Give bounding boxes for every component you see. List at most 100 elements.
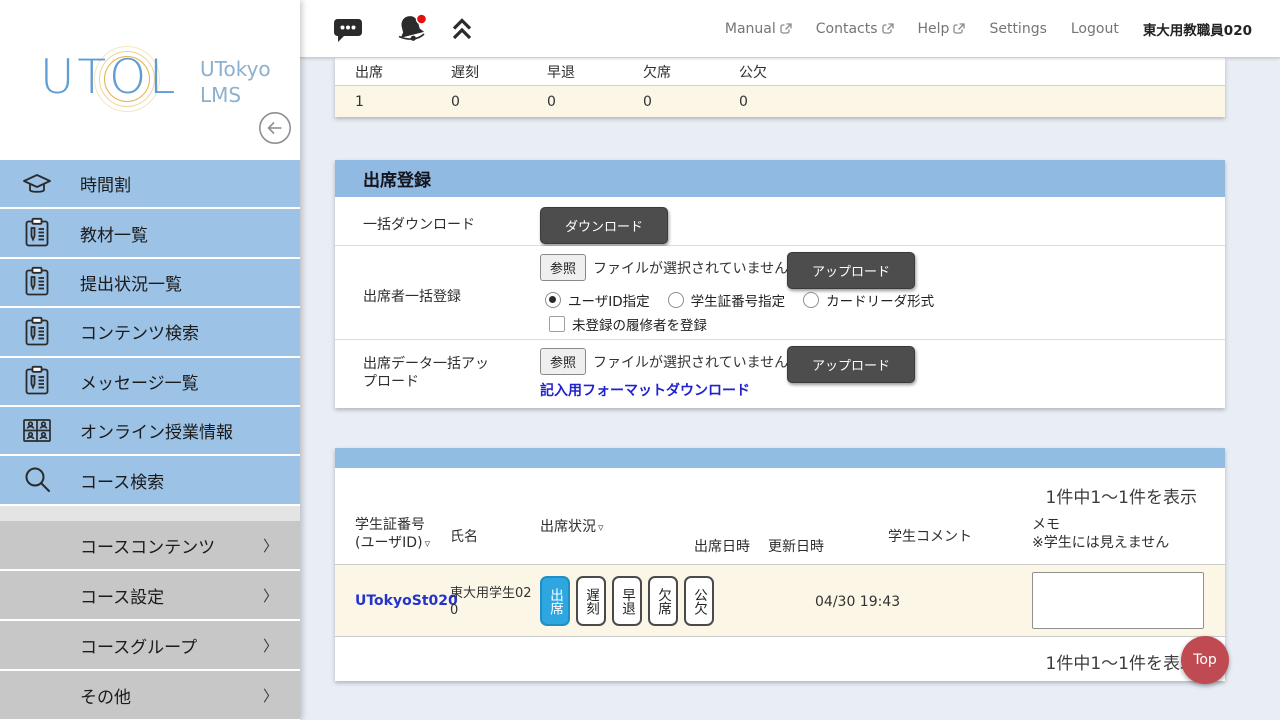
online-class-icon (20, 414, 54, 448)
bell-notification-icon (394, 11, 432, 47)
sort-icon: ▿ (425, 537, 431, 550)
register-unenrolled-checkbox[interactable] (549, 316, 565, 332)
scroll-to-top-button[interactable]: Top (1181, 636, 1229, 684)
no-file-selected-text: ファイルが選択されていません。 (593, 352, 802, 372)
summary-header-cell: 公欠 (719, 58, 815, 85)
attendance-summary-table: 出席 遅刻 早退 欠席 公欠 1 0 0 0 0 (335, 58, 1225, 117)
clipboard-icon (20, 265, 54, 299)
sidebar-item-materials[interactable]: 教材一覧 (0, 209, 300, 258)
radio-user-id[interactable] (545, 292, 561, 308)
download-button[interactable]: ダウンロード (540, 207, 668, 244)
update-datetime-value: 04/30 19:43 (815, 594, 900, 610)
result-count-text: 1件中1〜1件を表示 (1046, 483, 1197, 508)
sidebar-item-submission-status[interactable]: 提出状況一覧 (0, 259, 300, 308)
sidebar-item-content-search[interactable]: コンテンツ検索 (0, 308, 300, 357)
sidebar-item-timetable[interactable]: 時間割 (0, 160, 300, 209)
message-bubble-icon (330, 13, 366, 45)
external-link-icon (953, 23, 965, 35)
topbar: Manual Contacts Help (300, 0, 1280, 58)
sidebar-item-label: メッセージ一覧 (80, 369, 199, 394)
format-download-link[interactable]: 記入用フォーマットダウンロード (540, 380, 750, 400)
attendance-data-upload-row: 出席データ一括アップロード 参照 ファイルが選択されていません。 アップロード … (335, 340, 1225, 408)
collapse-header-button[interactable] (448, 16, 476, 42)
app-logo[interactable]: UTOL (40, 50, 178, 105)
column-header-status[interactable]: 出席状況▿ (540, 518, 604, 537)
sidebar-item-message-list[interactable]: メッセージ一覧 (0, 358, 300, 407)
sidebar-collapse-button[interactable] (258, 111, 292, 145)
clipboard-icon (20, 216, 54, 250)
sidebar-item-course-contents[interactable]: コースコンテンツ 〉 (0, 521, 300, 571)
sidebar-item-label: 教材一覧 (80, 221, 148, 246)
search-icon (20, 463, 54, 497)
student-table-footer: 1件中1〜1件を表示 (335, 637, 1225, 681)
logo-area: UTOL UTokyo LMS (0, 0, 300, 160)
chevron-right-icon: 〉 (263, 585, 278, 606)
student-table-row: UTokyoSt020 東大用学生020 出席 遅刻 早退 欠席 公欠 04/3… (335, 565, 1225, 637)
help-link[interactable]: Help (918, 21, 966, 37)
status-button-excused-absence[interactable]: 公欠 (684, 576, 714, 626)
contacts-link[interactable]: Contacts (816, 21, 894, 37)
summary-header-cell: 遅刻 (431, 58, 527, 85)
summary-value-cell: 0 (527, 86, 623, 117)
summary-value-cell: 1 (335, 86, 431, 117)
column-header-update-datetime: 更新日時 (768, 538, 824, 556)
status-button-absent[interactable]: 欠席 (648, 576, 678, 626)
column-header-student-id[interactable]: 学生証番号 (ユーザID)▿ (355, 516, 430, 553)
memo-textarea[interactable] (1032, 572, 1204, 629)
summary-value-cell: 0 (719, 86, 815, 117)
logout-link[interactable]: Logout (1071, 21, 1119, 37)
column-header-memo: メモ ※学生には見えません (1032, 516, 1169, 552)
sidebar-item-label: コンテンツ検索 (80, 319, 199, 344)
sidebar-submenu: コースコンテンツ 〉 コース設定 〉 コースグループ 〉 その他 〉 (0, 521, 300, 720)
bulk-download-row: 一括ダウンロード ダウンロード (335, 197, 1225, 246)
browse-file-button[interactable]: 参照 (540, 254, 586, 281)
summary-header-cell: 出席 (335, 58, 431, 85)
no-file-selected-text: ファイルが選択されていません。 (593, 258, 802, 278)
summary-value-cell: 0 (623, 86, 719, 117)
chevron-right-icon: 〉 (263, 685, 278, 706)
summary-value-row: 1 0 0 0 0 (335, 86, 1225, 117)
sidebar-item-label: 時間割 (80, 171, 131, 196)
summary-header-row: 出席 遅刻 早退 欠席 公欠 (335, 58, 1225, 86)
table-header-bar (335, 448, 1225, 468)
sidebar-item-online-class-info[interactable]: オンライン授業情報 (0, 407, 300, 456)
student-table-header: 1件中1〜1件を表示 学生証番号 (ユーザID)▿ 氏名 出席状況▿ 出席日時 … (335, 468, 1225, 565)
manual-link[interactable]: Manual (725, 21, 792, 37)
column-header-student-comment: 学生コメント (888, 528, 972, 546)
summary-header-cell: 早退 (527, 58, 623, 85)
arrow-left-circle-icon (258, 111, 292, 145)
current-user-name: 東大用教職員020 (1143, 19, 1252, 39)
attendance-register-panel: 出席登録 一括ダウンロード ダウンロード 出席者一括登録 参照 ファイルが選択さ… (335, 160, 1225, 408)
radio-card-reader-format[interactable] (803, 292, 819, 308)
notifications-button[interactable] (394, 11, 432, 47)
column-header-name: 氏名 (450, 528, 478, 546)
summary-value-cell: 0 (431, 86, 527, 117)
topbar-links: Manual Contacts Help (725, 19, 1252, 39)
settings-link[interactable]: Settings (989, 21, 1046, 37)
student-name: 東大用学生020 (450, 585, 536, 619)
sidebar-item-label: 提出状況一覧 (80, 270, 182, 295)
sidebar: UTOL UTokyo LMS 時間割 (0, 0, 300, 720)
browse-file-button[interactable]: 参照 (540, 348, 586, 375)
clipboard-icon (20, 364, 54, 398)
graduation-cap-icon (20, 167, 54, 201)
messages-button[interactable] (330, 13, 366, 45)
double-chevron-up-icon (448, 16, 476, 42)
status-button-late[interactable]: 遅刻 (576, 576, 606, 626)
app-logo-subtitle: UTokyo LMS (200, 56, 271, 108)
radio-student-card-number[interactable] (668, 292, 684, 308)
upload-attendees-button[interactable]: アップロード (787, 252, 915, 289)
attendee-bulk-register-row: 出席者一括登録 参照 ファイルが選択されていません。 アップロード ユーザID指… (335, 246, 1225, 340)
upload-attendance-data-button[interactable]: アップロード (787, 346, 915, 383)
sidebar-item-label: コース検索 (80, 468, 164, 493)
chevron-right-icon: 〉 (263, 535, 278, 556)
sidebar-item-course-settings[interactable]: コース設定 〉 (0, 571, 300, 621)
sort-icon: ▿ (598, 521, 604, 534)
status-button-present[interactable]: 出席 (540, 576, 570, 626)
sidebar-item-course-search[interactable]: コース検索 (0, 456, 300, 505)
result-count-text: 1件中1〜1件を表示 (1046, 649, 1197, 674)
sidebar-item-course-group[interactable]: コースグループ 〉 (0, 621, 300, 671)
status-button-early-leave[interactable]: 早退 (612, 576, 642, 626)
student-id-link[interactable]: UTokyoSt020 (355, 593, 458, 609)
sidebar-item-others[interactable]: その他 〉 (0, 671, 300, 720)
